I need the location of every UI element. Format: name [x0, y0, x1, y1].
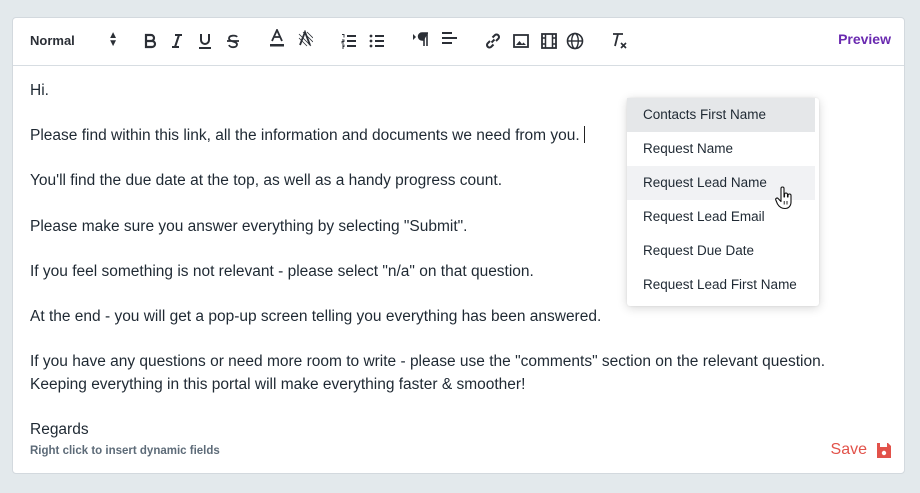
- clear-format-icon[interactable]: [610, 30, 628, 52]
- paragraph: At the end - you will get a pop-up scree…: [30, 307, 602, 325]
- select-caret-icon: ▲ ▼: [108, 30, 118, 49]
- save-icon[interactable]: [876, 442, 892, 459]
- text-cursor: [583, 126, 585, 144]
- bold-icon[interactable]: [141, 30, 159, 52]
- paragraph: Keeping everything in this portal will m…: [30, 375, 526, 393]
- text-direction-icon[interactable]: [412, 28, 430, 50]
- editor-toolbar: Normal ▲ ▼ Preview: [13, 18, 904, 66]
- highlight-color-icon[interactable]: [296, 28, 314, 50]
- paragraph-text: Please find within this link, all the in…: [30, 127, 580, 145]
- save-button[interactable]: Save: [831, 441, 867, 459]
- menu-item-request-name[interactable]: Request Name: [627, 132, 815, 166]
- paragraph: Regards: [30, 420, 89, 438]
- image-icon[interactable]: [512, 30, 530, 52]
- dynamic-fields-hint: Right click to insert dynamic fields: [30, 445, 220, 457]
- preview-button[interactable]: Preview: [838, 31, 891, 47]
- video-icon[interactable]: [540, 30, 558, 52]
- italic-icon[interactable]: [168, 30, 186, 52]
- globe-icon[interactable]: [566, 30, 584, 52]
- menu-item-request-lead-name[interactable]: Request Lead Name: [627, 166, 815, 200]
- menu-item-request-lead-first-name[interactable]: Request Lead First Name: [627, 268, 815, 302]
- paragraph: If you have any questions or need more r…: [30, 353, 826, 371]
- ordered-list-icon[interactable]: [340, 30, 358, 52]
- underline-icon[interactable]: [196, 30, 214, 52]
- dynamic-fields-menu: Contacts First Name Request Name Request…: [627, 98, 819, 306]
- text-color-icon[interactable]: [268, 28, 286, 50]
- format-select[interactable]: Normal ▲ ▼: [30, 29, 118, 51]
- link-icon[interactable]: [484, 30, 502, 52]
- bullet-list-icon[interactable]: [368, 30, 386, 52]
- menu-item-request-due-date[interactable]: Request Due Date: [627, 234, 815, 268]
- strikethrough-icon[interactable]: [224, 30, 242, 52]
- menu-item-contacts-first-name[interactable]: Contacts First Name: [627, 98, 815, 132]
- align-icon[interactable]: [440, 28, 458, 50]
- format-select-value: Normal: [30, 32, 75, 48]
- menu-item-request-lead-email[interactable]: Request Lead Email: [627, 200, 815, 234]
